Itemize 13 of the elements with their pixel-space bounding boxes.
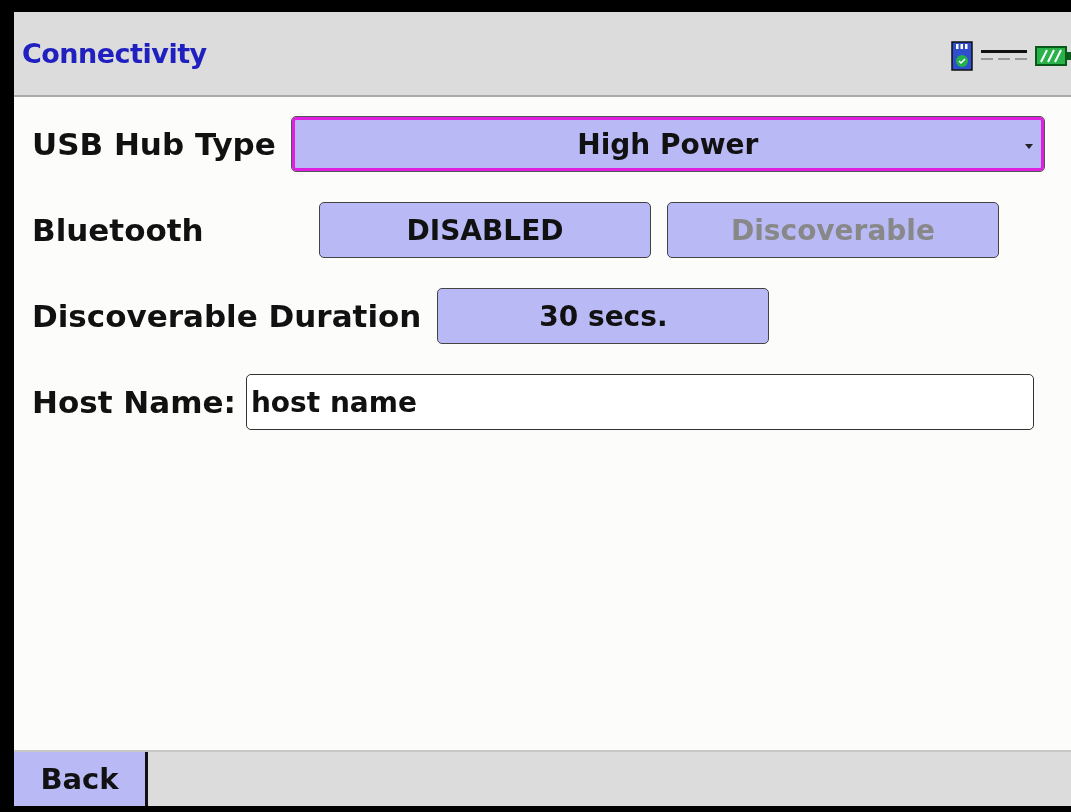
field-label: Host Name: xyxy=(32,384,236,420)
sd-card-icon xyxy=(951,40,973,71)
battery-icon xyxy=(1035,44,1071,67)
screen-title: Connectivity xyxy=(22,38,207,69)
duration-button[interactable]: 30 secs. xyxy=(437,288,770,344)
back-button[interactable]: Back xyxy=(14,752,148,806)
field-label: Bluetooth xyxy=(32,212,205,248)
caret-icon xyxy=(1024,144,1033,149)
field-label: USB Hub Type xyxy=(32,126,276,162)
hub-type-dropdown[interactable]: High Power xyxy=(291,117,1044,171)
bluetooth-button[interactable]: DISABLED xyxy=(319,202,651,258)
host-name-field[interactable]: host name xyxy=(245,374,1034,430)
field-label: Discoverable Duration xyxy=(32,298,422,334)
